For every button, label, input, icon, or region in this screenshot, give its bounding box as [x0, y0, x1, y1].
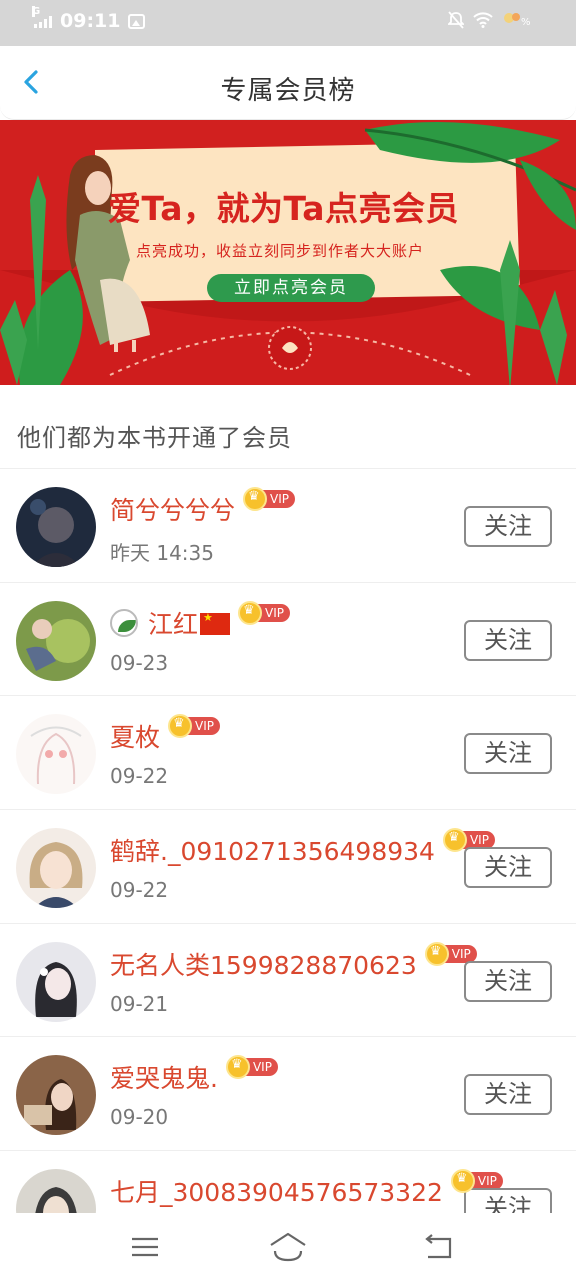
vip-badge: VIP	[225, 1055, 278, 1080]
member-date: 昨天 14:35	[110, 541, 214, 565]
member-name-line: 简兮兮兮兮 VIP	[110, 487, 295, 527]
follow-button[interactable]: 关注	[464, 506, 552, 547]
status-right: %	[448, 11, 532, 29]
member-name[interactable]: 无名人类1599828870623	[110, 946, 417, 982]
list-item[interactable]: 无名人类1599828870623 VIP 09-21 关注	[0, 924, 576, 1038]
signal-label: G	[32, 6, 41, 17]
follow-button[interactable]: 关注	[464, 619, 552, 661]
member-name-line: 江红 VIP	[110, 600, 290, 641]
section-title: 他们都为本书开通了会员	[17, 424, 292, 452]
page-title: 专属会员榜	[220, 76, 356, 106]
avatar[interactable]	[16, 1055, 96, 1136]
crown-icon	[450, 1169, 475, 1194]
signal-icon: G	[32, 6, 52, 28]
follow-button[interactable]: 关注	[464, 1074, 552, 1116]
crown-icon	[442, 828, 467, 853]
list-item[interactable]: 夏枚 VIP 09-22 关注	[0, 696, 576, 811]
member-name[interactable]: 七月_30083904576573322	[110, 1173, 443, 1209]
list-item[interactable]: 七月_30083904576573322 VIP 关注	[0, 1151, 576, 1213]
status-time: 09:11	[60, 10, 121, 32]
crown-icon	[424, 941, 449, 966]
wifi-icon	[473, 12, 493, 28]
avatar[interactable]	[16, 828, 96, 909]
back-icon[interactable]	[414, 1227, 464, 1267]
member-date: 09-22	[110, 878, 169, 903]
member-name[interactable]: 江红	[148, 605, 198, 641]
list-item[interactable]: 鹤辞._0910271356498934 VIP 09-22 关注	[0, 810, 576, 924]
menu-icon[interactable]	[120, 1227, 170, 1267]
crown-icon	[243, 487, 268, 511]
vip-badge: VIP	[168, 714, 220, 739]
follow-button[interactable]: 关注	[464, 1188, 552, 1213]
list-item[interactable]: 简兮兮兮兮 VIP 昨天 14:35 关注	[0, 469, 576, 583]
promo-banner[interactable]: 爱Ta，就为Ta点亮会员 点亮成功，收益立刻同步到作者大大账户 立即点亮会员	[0, 120, 576, 385]
banner-title: 爱Ta，就为Ta点亮会员	[108, 189, 460, 228]
member-name-line: 鹤辞._0910271356498934 VIP	[110, 828, 495, 868]
list-item[interactable]: 江红 VIP 09-23 关注	[0, 583, 576, 697]
member-name-line: 七月_30083904576573322 VIP	[110, 1169, 503, 1209]
svg-text:%: %	[521, 17, 531, 28]
follow-button[interactable]: 关注	[464, 960, 552, 1002]
member-name[interactable]: 鹤辞._0910271356498934	[110, 832, 435, 868]
avatar[interactable]	[16, 941, 96, 1022]
app-header: 专属会员榜	[0, 46, 576, 120]
status-left: G 09:11	[32, 6, 146, 32]
avatar[interactable]	[16, 487, 96, 567]
light-up-member-button[interactable]: 立即点亮会员	[207, 274, 375, 302]
china-flag-icon	[200, 611, 231, 635]
member-name[interactable]: 夏枚	[110, 718, 160, 754]
vip-badge: VIP	[238, 600, 290, 625]
member-name-line: 夏枚 VIP	[110, 714, 220, 754]
member-date: 09-23	[110, 650, 169, 675]
gallery-icon	[128, 13, 146, 29]
leaf-icon	[110, 608, 138, 637]
notification-icons: %	[504, 13, 531, 28]
mute-bell-icon	[448, 11, 464, 29]
avatar[interactable]	[16, 1169, 96, 1213]
follow-button[interactable]: 关注	[464, 847, 552, 889]
home-icon[interactable]	[263, 1227, 313, 1267]
member-date: 09-22	[110, 764, 169, 789]
avatar[interactable]	[16, 714, 96, 795]
avatar[interactable]	[16, 600, 96, 681]
member-name[interactable]: 爱哭鬼鬼.	[110, 1059, 218, 1095]
system-nav-bar	[0, 1213, 576, 1280]
status-bar: G 09:11 %	[0, 0, 576, 46]
follow-button[interactable]: 关注	[464, 733, 552, 775]
member-list[interactable]: 简兮兮兮兮 VIP 昨天 14:35 关注 江红 VIP 09-23 关注 夏枚…	[0, 468, 576, 1213]
crown-icon	[238, 600, 263, 625]
vip-badge: VIP	[243, 487, 295, 511]
member-name-line: 爱哭鬼鬼. VIP	[110, 1055, 278, 1095]
member-name-line: 无名人类1599828870623 VIP	[110, 941, 477, 982]
member-name[interactable]: 简兮兮兮兮	[110, 491, 235, 527]
banner-subtitle: 点亮成功，收益立刻同步到作者大大账户	[136, 242, 425, 260]
member-date: 09-21	[110, 991, 169, 1016]
member-date: 09-20	[110, 1105, 169, 1130]
list-item[interactable]: 爱哭鬼鬼. VIP 09-20 关注	[0, 1037, 576, 1152]
